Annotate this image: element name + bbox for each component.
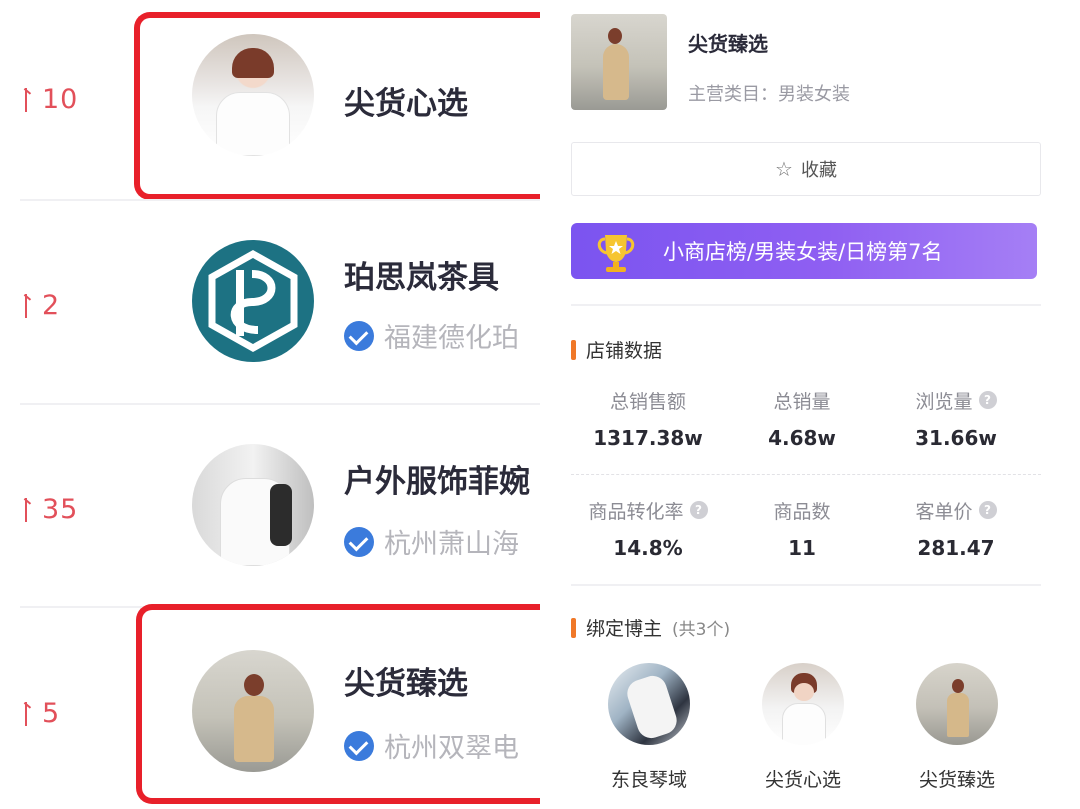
divider bbox=[571, 584, 1041, 586]
help-icon[interactable]: ? bbox=[978, 391, 997, 409]
shop-name[interactable]: 尖货臻选 bbox=[344, 658, 468, 703]
rank-banner[interactable]: 小商店榜/男装女装/日榜第7名 bbox=[571, 223, 1037, 279]
shop-name[interactable]: 尖货心选 bbox=[344, 78, 468, 123]
stat-avg-order-value: 客单价? 281.47 bbox=[915, 500, 997, 560]
divider bbox=[571, 474, 1041, 475]
shop-subtitle: 福建德化珀 bbox=[344, 316, 519, 355]
shop-ranking-list: 10 尖货心选 2 珀思岚茶具 福建德化珀 35 户外服饰菲婉 杭州萧山海 5 … bbox=[0, 0, 540, 809]
help-icon[interactable]: ? bbox=[978, 501, 997, 519]
favorite-button[interactable]: ☆ 收藏 bbox=[571, 142, 1041, 196]
avatar[interactable] bbox=[192, 650, 314, 772]
section-title-bloggers: 绑定博主 (共3个) bbox=[571, 614, 730, 641]
shop-subtitle: 杭州双翠电 bbox=[344, 726, 519, 765]
avatar[interactable] bbox=[192, 34, 314, 156]
verified-check-icon bbox=[344, 526, 374, 557]
blogger-item[interactable]: 尖货臻选 bbox=[877, 663, 1037, 792]
list-item[interactable]: 35 户外服饰菲婉 杭州萧山海 bbox=[0, 408, 540, 612]
avatar[interactable] bbox=[916, 663, 998, 745]
trophy-icon bbox=[597, 235, 635, 272]
shop-logo-icon bbox=[208, 249, 298, 353]
blogger-item[interactable]: 东良琴域 bbox=[569, 663, 729, 792]
rank-change: 35 bbox=[22, 494, 78, 525]
help-icon[interactable]: ? bbox=[689, 501, 708, 519]
stat-conversion-rate: 商品转化率? 14.8% bbox=[571, 496, 725, 560]
stat-total-volume: 总销量 4.68w bbox=[768, 390, 836, 451]
list-item[interactable]: 5 尖货臻选 杭州双翠电 bbox=[0, 604, 540, 808]
section-accent-bar bbox=[571, 617, 576, 638]
shop-subtitle: 杭州萧山海 bbox=[344, 522, 519, 561]
shop-name[interactable]: 珀思岚茶具 bbox=[344, 252, 499, 297]
verified-check-icon bbox=[344, 730, 374, 761]
list-item[interactable]: 2 珀思岚茶具 福建德化珀 bbox=[0, 204, 540, 408]
divider bbox=[20, 403, 540, 405]
divider bbox=[20, 199, 540, 201]
rank-up-arrow-icon bbox=[22, 700, 36, 726]
stat-page-views: 浏览量? 31.66w bbox=[915, 390, 997, 451]
shop-thumbnail bbox=[571, 14, 667, 110]
avatar[interactable] bbox=[192, 444, 314, 566]
section-accent-bar bbox=[571, 339, 576, 360]
blogger-item[interactable]: 尖货心选 bbox=[723, 663, 883, 792]
verified-check-icon bbox=[344, 320, 374, 351]
avatar[interactable] bbox=[192, 240, 314, 362]
rank-up-arrow-icon bbox=[22, 86, 36, 112]
stat-product-count: 商品数 11 bbox=[773, 500, 831, 561]
rank-up-arrow-icon bbox=[22, 292, 36, 318]
shop-category: 主营类目：男装女装 bbox=[688, 84, 850, 105]
shop-name[interactable]: 户外服饰菲婉 bbox=[344, 456, 530, 501]
avatar[interactable] bbox=[608, 663, 690, 745]
stat-total-sales: 总销售额 1317.38w bbox=[593, 390, 703, 451]
rank-up-arrow-icon bbox=[22, 496, 36, 522]
list-item[interactable]: 10 尖货心选 bbox=[0, 0, 540, 204]
rank-change: 5 bbox=[22, 698, 60, 729]
rank-change: 2 bbox=[22, 290, 60, 321]
avatar[interactable] bbox=[762, 663, 844, 745]
shop-detail-panel: 尖货臻选 主营类目：男装女装 ☆ 收藏 小商店榜/男装女装/日榜第7名 店铺数据… bbox=[540, 0, 1080, 809]
divider bbox=[571, 304, 1041, 306]
section-title-store-data: 店铺数据 bbox=[571, 336, 662, 363]
rank-change: 10 bbox=[22, 84, 78, 115]
shop-title: 尖货臻选 bbox=[688, 32, 768, 56]
star-icon: ☆ bbox=[775, 157, 793, 181]
